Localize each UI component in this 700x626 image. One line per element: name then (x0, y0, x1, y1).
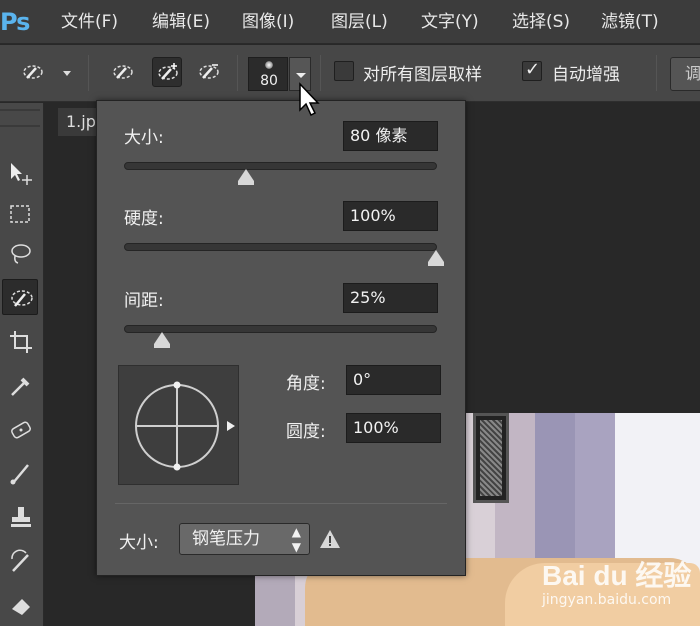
mouse-cursor-icon (298, 82, 322, 118)
history-brush-icon (11, 549, 29, 572)
pen-size-label: 大小: (119, 533, 159, 553)
marquee-tool[interactable] (2, 195, 38, 231)
tools-panel (0, 103, 44, 626)
brush-size-readout: 80 (260, 73, 278, 89)
rectangular-marquee-icon (10, 205, 30, 223)
spacing-label: 间距: (124, 291, 164, 311)
hardness-slider-thumb[interactable] (428, 250, 444, 266)
options-bar: 80 对所有图层取样 自动增强 调 (0, 45, 700, 102)
move-tool[interactable] (2, 155, 38, 191)
watermark-url: jingyan.baidu.com (542, 592, 672, 608)
auto-enhance-checkbox[interactable] (522, 59, 542, 81)
chevron-down-icon (296, 73, 306, 78)
new-selection-button[interactable] (108, 57, 138, 87)
crop-tool[interactable] (2, 323, 38, 359)
roundness-input[interactable]: 100% (346, 413, 441, 443)
hardness-label: 硬度: (124, 209, 164, 229)
lasso-tool[interactable] (2, 235, 38, 271)
add-to-selection-icon (158, 63, 178, 80)
eyedropper-icon (11, 377, 30, 396)
spacing-input[interactable]: 25% (343, 283, 438, 313)
stamp-icon (11, 507, 31, 527)
size-slider-thumb[interactable] (238, 169, 255, 185)
crop-icon (10, 331, 32, 353)
eraser-icon (12, 599, 30, 615)
separator (237, 55, 238, 91)
quick-selection-icon (23, 65, 43, 79)
select-arrows-icon: ▲ ▼ (291, 525, 301, 554)
menu-layer[interactable]: 图层(L) (331, 10, 388, 34)
pen-pressure-select[interactable]: 钢笔压力 ▲ ▼ (179, 523, 310, 555)
separator (656, 55, 657, 91)
spacing-slider-thumb[interactable] (154, 332, 171, 348)
warning-icon (319, 529, 341, 549)
quick-selection-icon (11, 290, 33, 307)
brush-angle-icon (135, 381, 235, 471)
sample-all-layers-label: 对所有图层取样 (363, 65, 482, 85)
menu-bar: Ps 文件(F) 编辑(E) 图像(I) 图层(L) 文字(Y) 选择(S) 滤… (0, 0, 700, 44)
eyedropper-tool[interactable] (2, 367, 38, 403)
menu-select[interactable]: 选择(S) (512, 10, 570, 34)
preset-dropdown-icon[interactable] (63, 71, 71, 76)
panel-grip[interactable] (0, 109, 40, 127)
watermark-logo-text: Bai du 经验 (542, 560, 692, 591)
hardness-input[interactable]: 100% (343, 201, 438, 231)
spacing-slider[interactable] (124, 325, 437, 348)
size-slider[interactable] (124, 162, 437, 185)
bandage-icon (11, 421, 31, 439)
angle-roundness-preview[interactable] (118, 365, 239, 485)
eraser-tool[interactable] (2, 587, 38, 623)
photoshop-logo: Ps (0, 8, 30, 36)
brush-picker-popup: 大小: 80 像素 硬度: 100% 间距: 25% 角度: 0° 圆度: 10… (96, 100, 466, 576)
popup-divider (115, 503, 447, 504)
angle-label: 角度: (286, 374, 326, 394)
tool-preset-picker[interactable] (18, 57, 48, 87)
separator (88, 55, 89, 91)
brush-icon (10, 464, 29, 485)
move-icon (11, 163, 32, 185)
brush-tip-icon (265, 61, 273, 69)
healing-brush-tool[interactable] (2, 411, 38, 447)
new-selection-icon (113, 65, 133, 79)
size-label: 大小: (124, 128, 164, 148)
menu-file[interactable]: 文件(F) (61, 10, 118, 34)
pen-pressure-select-value: 钢笔压力 (192, 529, 260, 549)
lasso-icon (11, 244, 31, 264)
wall-frame (473, 413, 509, 503)
size-input[interactable]: 80 像素 (343, 121, 438, 151)
refine-edge-button[interactable]: 调 (670, 57, 700, 91)
subtract-from-selection-button[interactable] (194, 57, 224, 87)
history-brush-tool[interactable] (2, 543, 38, 579)
angle-input[interactable]: 0° (346, 365, 441, 395)
baidu-watermark: Bai du 经验 jingyan.baidu.com (530, 548, 700, 626)
subtract-from-selection-icon (199, 64, 219, 79)
menu-image[interactable]: 图像(I) (242, 10, 294, 34)
brush-preset-button[interactable]: 80 (248, 57, 288, 91)
clone-stamp-tool[interactable] (2, 499, 38, 535)
menu-edit[interactable]: 编辑(E) (152, 10, 210, 34)
menu-type[interactable]: 文字(Y) (421, 10, 479, 34)
quick-selection-tool[interactable] (2, 279, 38, 315)
add-to-selection-button[interactable] (152, 57, 182, 87)
brush-tool[interactable] (2, 455, 38, 491)
auto-enhance-label: 自动增强 (552, 65, 620, 85)
sample-all-layers-checkbox[interactable] (334, 61, 354, 81)
menu-filter[interactable]: 滤镜(T) (601, 10, 659, 34)
roundness-label: 圆度: (286, 422, 326, 442)
hardness-slider[interactable] (124, 243, 444, 266)
